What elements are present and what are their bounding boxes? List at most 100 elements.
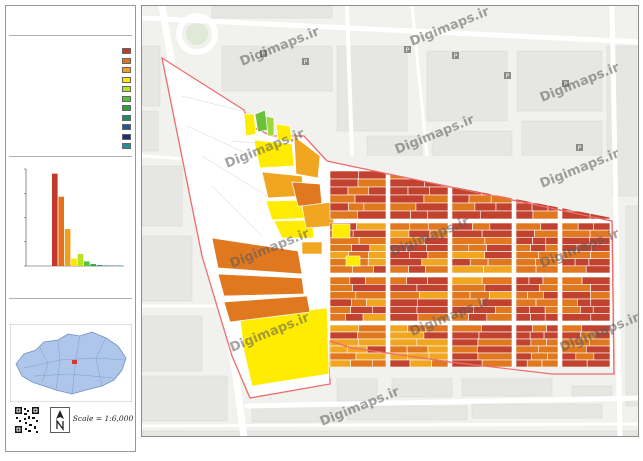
parcel — [351, 298, 367, 307]
parcel — [577, 222, 594, 231]
copyright-notice — [141, 441, 639, 455]
parcel — [389, 313, 419, 322]
parcel — [329, 178, 359, 188]
parcel — [451, 324, 482, 333]
parcel — [329, 345, 348, 354]
parcel — [529, 306, 546, 314]
parcel — [543, 331, 559, 340]
parcel — [561, 229, 591, 238]
parcel — [489, 222, 513, 231]
parcel — [515, 345, 539, 354]
parcel — [472, 222, 491, 231]
parcel — [329, 352, 357, 361]
parcel — [406, 276, 428, 285]
map-view[interactable]: PPPPPPP Digimaps.ir Digimaps.ir Digimaps.i… — [141, 5, 639, 437]
parcel — [389, 194, 425, 204]
projection-note — [10, 439, 132, 447]
parcel — [427, 210, 449, 220]
legend-label — [11, 114, 119, 123]
parking-pin-icon: P — [404, 46, 411, 54]
legend-item — [6, 104, 135, 113]
parcel — [476, 345, 513, 354]
parcel — [389, 338, 418, 347]
parcel — [515, 229, 535, 238]
svg-text:P: P — [406, 47, 410, 54]
parcel — [329, 170, 359, 180]
parcel — [580, 306, 594, 314]
parcel — [544, 313, 559, 322]
parcel — [592, 306, 611, 314]
parcel — [347, 186, 370, 196]
legend-item — [6, 85, 135, 94]
parcel — [540, 222, 559, 231]
parcel — [389, 229, 410, 238]
parcel — [358, 324, 387, 333]
parcel — [544, 306, 559, 314]
parcel — [546, 324, 559, 333]
legend-label — [11, 95, 119, 104]
legend-item — [6, 47, 135, 56]
parcel — [515, 284, 540, 292]
parcel — [532, 324, 547, 333]
histogram-bar — [52, 173, 58, 266]
parcel-strip — [217, 273, 305, 297]
parcel — [389, 258, 423, 267]
map-canvas[interactable]: PPPPPPP Digimaps.ir Digimaps.irDigimaps.i… — [142, 6, 639, 437]
parcel — [545, 236, 559, 245]
parcel — [515, 236, 533, 245]
parcel — [451, 338, 479, 347]
parcel — [329, 202, 349, 212]
parcel — [427, 345, 449, 354]
parcel — [357, 210, 387, 220]
parcel — [427, 251, 449, 260]
legend-item — [6, 123, 135, 132]
parcel — [515, 276, 530, 285]
parcel — [371, 306, 387, 314]
parcel — [354, 194, 387, 204]
legend-label — [11, 133, 119, 142]
parcel — [451, 345, 478, 354]
parcel — [345, 255, 361, 267]
legend-label — [11, 104, 119, 113]
parcel — [451, 236, 486, 245]
parcel — [421, 258, 449, 267]
legend-label — [11, 76, 119, 85]
parcel — [484, 236, 513, 245]
parcel — [451, 194, 470, 204]
parcel — [561, 313, 592, 322]
legend-label — [11, 142, 119, 151]
parcel — [451, 258, 471, 267]
parcel — [561, 306, 581, 314]
parcel — [532, 210, 559, 220]
parcel — [546, 338, 559, 347]
basemap-block — [142, 235, 193, 302]
parcel — [495, 202, 513, 212]
parcel — [515, 291, 528, 300]
legend-swatch — [122, 76, 131, 83]
parcel — [357, 178, 387, 188]
legend-panel: Scale = 1:6,000 — [5, 5, 136, 452]
parcel — [535, 298, 559, 307]
parcel — [530, 352, 548, 361]
parcel — [358, 338, 387, 347]
basemap-block — [142, 315, 203, 372]
parcel — [451, 291, 471, 300]
parcel — [416, 298, 449, 307]
parcel — [345, 313, 364, 322]
parcel — [329, 313, 346, 322]
parcel — [534, 229, 559, 238]
parcel — [451, 276, 483, 285]
parcel — [484, 251, 513, 260]
parcel — [409, 222, 429, 231]
parcel — [451, 265, 484, 274]
parcel — [362, 313, 387, 322]
parcel — [515, 265, 537, 274]
legend-swatch — [122, 105, 131, 111]
basemap-block — [142, 110, 159, 152]
parking-pin-icon: P — [302, 58, 309, 66]
legend-swatch — [122, 114, 131, 121]
parcel — [301, 201, 335, 229]
histogram-bar — [84, 261, 90, 266]
parcel — [561, 222, 579, 231]
parcel — [410, 210, 429, 220]
